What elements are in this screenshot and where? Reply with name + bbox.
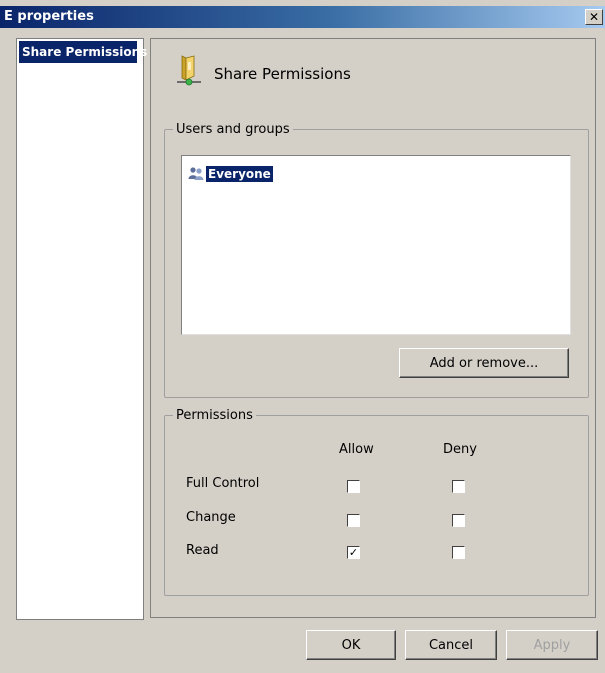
read-allow-checkbox[interactable]: ✓: [347, 546, 360, 559]
title-bar[interactable]: E properties ✕: [0, 6, 605, 28]
permissions-group: Permissions: [164, 408, 589, 596]
sidebar: Share Permissions: [16, 38, 147, 620]
properties-dialog: E properties ✕ Share Permissions Share P…: [0, 0, 605, 673]
cancel-button[interactable]: Cancel: [405, 630, 497, 660]
shared-folder-icon: [177, 55, 201, 86]
user-group-icon: [188, 167, 204, 180]
permission-label-change: Change: [186, 510, 236, 525]
permissions-legend: Permissions: [176, 408, 253, 423]
sidebar-item-share-permissions[interactable]: Share Permissions: [19, 41, 147, 63]
permission-label-read: Read: [186, 543, 219, 558]
deny-column-header: Deny: [443, 442, 477, 457]
allow-column-header: Allow: [339, 442, 374, 457]
read-deny-checkbox[interactable]: [452, 546, 465, 559]
list-item-label: Everyone: [206, 166, 273, 182]
list-item-everyone[interactable]: Everyone: [188, 164, 273, 184]
users-list[interactable]: Everyone: [181, 155, 571, 335]
ok-button[interactable]: OK: [306, 630, 396, 660]
users-and-groups-legend: Users and groups: [176, 122, 290, 137]
permission-label-full-control: Full Control: [186, 476, 260, 491]
close-button[interactable]: ✕: [585, 9, 603, 25]
window-title: E properties: [4, 9, 94, 24]
full-control-deny-checkbox[interactable]: [452, 480, 465, 493]
change-allow-checkbox[interactable]: [347, 514, 360, 527]
add-or-remove-button[interactable]: Add or remove...: [399, 348, 569, 378]
change-deny-checkbox[interactable]: [452, 514, 465, 527]
apply-button[interactable]: Apply: [506, 630, 598, 660]
page-title: Share Permissions: [214, 65, 351, 83]
full-control-allow-checkbox[interactable]: [347, 480, 360, 493]
